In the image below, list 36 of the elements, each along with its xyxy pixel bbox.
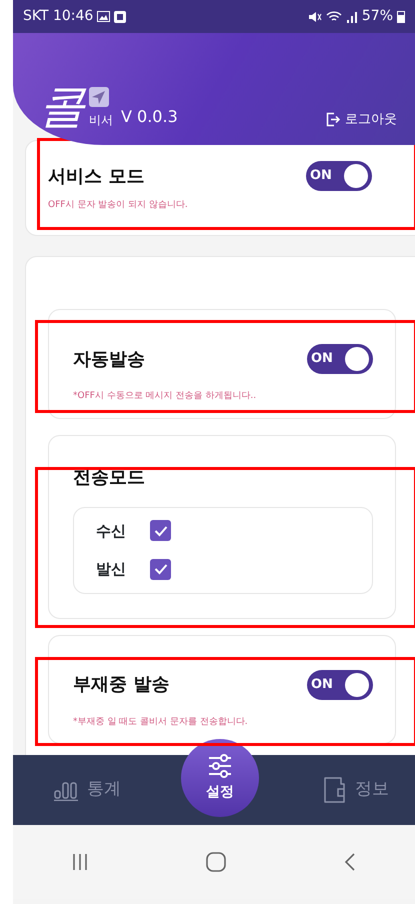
paper-plane-icon — [89, 87, 109, 107]
checkbox[interactable] — [150, 558, 171, 580]
status-time: SKT 10:46 — [23, 7, 94, 26]
image-icon — [97, 11, 110, 22]
mute-icon — [308, 10, 322, 22]
setting-title: 서비스 모드 — [48, 164, 144, 188]
setting-note: OFF시 문자 발송이 되지 않습니다. — [48, 199, 189, 212]
app-notification-icon — [114, 10, 126, 22]
logout-button[interactable]: 로그아웃 — [326, 110, 397, 129]
logout-icon — [326, 112, 341, 127]
checkbox[interactable] — [150, 520, 171, 542]
checkmark-icon — [154, 563, 168, 576]
info-tab[interactable]: 정보 — [315, 775, 395, 805]
toggle-switch[interactable]: ON — [306, 161, 372, 191]
recent-apps-icon[interactable] — [72, 853, 88, 871]
signal-icon — [346, 10, 358, 22]
stats-tab[interactable]: 통계 — [47, 776, 127, 804]
battery-icon — [397, 10, 405, 23]
checkmark-icon — [154, 524, 168, 537]
home-icon[interactable] — [206, 852, 226, 872]
option-label: 수신 — [96, 520, 126, 542]
setting-title: 부재중 발송 — [73, 673, 170, 697]
wifi-icon — [326, 10, 342, 22]
setting-note: *부재중 일 때도 콜비서 문자를 전송합니다. — [73, 716, 249, 728]
setting-note: *OFF시 수동으로 메시지 전송을 하게됩니다.. — [73, 390, 258, 403]
logo-subtext: 비서 — [89, 112, 113, 129]
version-label: V 0.0.3 — [121, 106, 178, 128]
sliders-icon — [206, 754, 234, 778]
toggle-switch[interactable]: ON — [307, 670, 373, 700]
setting-title: 전송모드 — [73, 466, 146, 490]
toggle-switch[interactable]: ON — [307, 344, 373, 374]
battery-level: 57% — [362, 7, 393, 26]
setting-title: 자동발송 — [73, 348, 145, 372]
logo-text: 콜 — [39, 83, 85, 129]
option-label: 발신 — [96, 559, 126, 580]
back-icon[interactable] — [344, 853, 356, 871]
